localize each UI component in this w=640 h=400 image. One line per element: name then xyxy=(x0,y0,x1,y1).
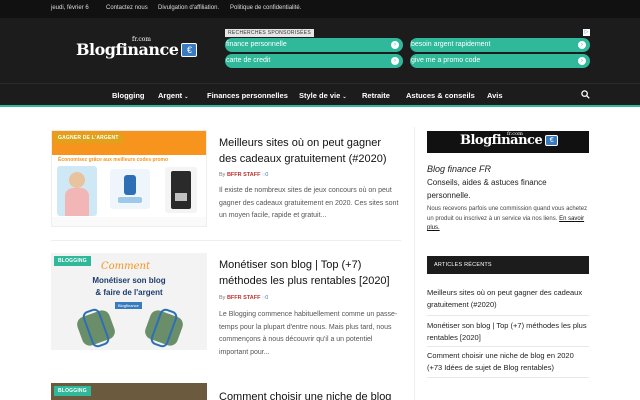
logo-text: Blogfinance xyxy=(460,133,543,148)
contact-link[interactable]: Contactez nous xyxy=(106,5,148,11)
logo-suffix: fr.com xyxy=(132,36,151,43)
badge-label: BLOGGING xyxy=(58,388,87,394)
post-thumbnail[interactable]: Économisez grâce aux meilleurs codes pro… xyxy=(51,130,207,227)
chevron-down-icon: ⌄ xyxy=(342,94,347,100)
chevron-right-icon: › xyxy=(578,41,586,49)
privacy-link[interactable]: Politique de confidentialité. xyxy=(230,5,301,11)
recent-divider xyxy=(427,346,589,347)
recent-article-link[interactable]: Meilleurs sites où on peut gagner des ca… xyxy=(427,287,589,310)
thumb-line: Monétiser son blog xyxy=(92,276,166,285)
comment-count[interactable]: 0 xyxy=(265,295,268,301)
post-excerpt: Le Blogging commence habituellement comm… xyxy=(219,311,398,356)
recent-article-link[interactable]: Comment choisir une niche de blog en 202… xyxy=(427,350,589,373)
search-icon[interactable] xyxy=(581,90,590,99)
ad-pill-label: besoin argent rapidement xyxy=(411,41,491,48)
main-nav: Blogging Argent ⌄ Finances personnelles … xyxy=(0,83,640,105)
chevron-right-icon: › xyxy=(578,57,586,65)
nav-accent-line xyxy=(0,105,640,107)
sidebar-logo-bar: Blogfinance fr.com € xyxy=(427,131,589,153)
ad-pill-credit[interactable]: carte de credit › xyxy=(225,54,403,68)
ad-pill-label: carte de credit xyxy=(226,57,271,64)
thumb-money-right xyxy=(142,307,186,349)
thumb-line: Comment xyxy=(101,261,151,272)
affiliation-link[interactable]: Divulgation d'affiliation. xyxy=(158,5,219,11)
logo-mark-icon: € xyxy=(181,42,198,57)
nav-item-style-de-vie[interactable]: Style de vie ⌄ xyxy=(299,91,347,100)
sidebar-logo[interactable]: Blogfinance fr.com € xyxy=(460,131,559,148)
nav-item-argent[interactable]: Argent ⌄ xyxy=(158,91,188,100)
nav-item-label: Argent xyxy=(158,91,183,100)
logo-suffix: fr.com xyxy=(507,131,523,137)
ad-label: RECHERCHES SPONSORISÉES xyxy=(225,29,315,37)
recent-articles-header: ARTICLES RÉCENTS xyxy=(427,256,589,274)
recent-article-link[interactable]: Monétiser son blog | Top (+7) méthodes l… xyxy=(427,320,589,343)
category-badge[interactable]: GAGNER DE L'ARGENT xyxy=(54,133,123,143)
site-header: Blogfinance fr.com € RECHERCHES SPONSORI… xyxy=(0,18,640,83)
thumb-tag: Blogfinance xyxy=(115,302,142,309)
ad-pill-label: give me a promo code xyxy=(411,57,481,64)
nav-item-label: Style de vie xyxy=(299,91,341,100)
current-date: jeudi, février 6 xyxy=(51,5,89,11)
sidebar-heading: Blog finance FR xyxy=(427,164,492,174)
category-badge[interactable]: BLOGGING xyxy=(54,386,91,396)
ad-pill-argent[interactable]: besoin argent rapidement › xyxy=(410,38,590,52)
post-title[interactable]: Monétiser son blog | Top (+7) méthodes l… xyxy=(219,257,399,289)
post-meta: By BFFR STAFF ◌0 xyxy=(219,295,269,301)
chevron-down-icon: ⌄ xyxy=(184,94,189,100)
affiliate-note: Nous recevons parfois une commission qua… xyxy=(427,205,589,234)
badge-label: GAGNER DE L'ARGENT xyxy=(58,135,119,141)
post-author[interactable]: BFFR STAFF xyxy=(227,172,261,178)
thumb-money-left xyxy=(74,307,118,349)
site-logo[interactable]: Blogfinance fr.com € xyxy=(76,36,198,59)
chevron-right-icon: › xyxy=(391,57,399,65)
post-divider xyxy=(51,240,401,241)
ad-pill-promo[interactable]: give me a promo code › xyxy=(410,54,590,68)
post-author[interactable]: BFFR STAFF xyxy=(227,295,261,301)
ad-choices-icon[interactable]: ▷ xyxy=(583,29,590,36)
sidebar-subheading: Conseils, aides & astuces finance person… xyxy=(427,178,547,200)
logo-text: Blogfinance xyxy=(76,40,179,59)
post-title[interactable]: Meilleurs sites où on peut gagner des ca… xyxy=(219,135,399,167)
thumb-illustration xyxy=(110,169,150,209)
nav-item-finances[interactable]: Finances personnelles xyxy=(207,91,288,100)
badge-label: BLOGGING xyxy=(58,258,87,264)
nav-item-astuces[interactable]: Astuces & conseils xyxy=(406,91,475,100)
post-thumbnail[interactable]: Comment Monétiser son blog & faire de l'… xyxy=(51,253,207,350)
thumb-coffee-machine xyxy=(165,167,197,213)
nav-item-retraite[interactable]: Retraite xyxy=(362,91,390,100)
ad-pill-finance[interactable]: finance personnelle › xyxy=(225,38,403,52)
logo-mark-icon: € xyxy=(545,135,559,146)
post-excerpt: Il existe de nombreux sites de jeux conc… xyxy=(219,187,399,219)
post-meta: By BFFR STAFF ◌0 xyxy=(219,172,269,178)
sponsored-searches: RECHERCHES SPONSORISÉES ▷ finance person… xyxy=(225,29,590,69)
thumb-footer xyxy=(52,217,206,226)
thumb-banner-text: Économisez grâce aux meilleurs codes pro… xyxy=(58,157,169,163)
category-badge[interactable]: BLOGGING xyxy=(54,256,91,266)
thumb-line: & faire de l'argent xyxy=(95,288,163,297)
recent-articles-title: ARTICLES RÉCENTS xyxy=(434,262,492,268)
chevron-right-icon: › xyxy=(391,41,399,49)
sidebar-divider xyxy=(414,127,415,400)
nav-item-blogging[interactable]: Blogging xyxy=(112,91,145,100)
recent-divider xyxy=(427,315,589,316)
ad-pill-label: finance personnelle xyxy=(226,41,287,48)
recent-divider xyxy=(427,377,589,378)
nav-item-avis[interactable]: Avis xyxy=(487,91,503,100)
top-bar: jeudi, février 6 Contactez nous Divulgat… xyxy=(0,0,640,18)
thumb-person-image xyxy=(57,166,97,216)
post-title[interactable]: Comment choisir une niche de blog xyxy=(219,389,399,400)
comment-count[interactable]: 0 xyxy=(265,172,268,178)
